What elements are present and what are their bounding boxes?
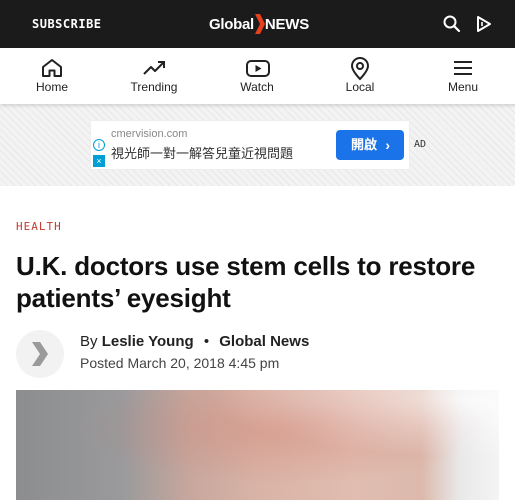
article-headline: U.K. doctors use stem cells to restore p… <box>16 251 476 313</box>
watch-icon <box>246 60 270 77</box>
nav-label-local: Local <box>345 80 375 94</box>
source-link[interactable]: Global News <box>219 333 309 350</box>
byline-separator: • <box>203 333 210 350</box>
nav-label-watch: Watch <box>240 80 274 94</box>
ad-banner[interactable]: i × cmervision.com 視光師一對一解答兒童近視問題 開啟 › <box>90 120 410 170</box>
global-chevron-icon <box>32 342 48 366</box>
nav-label-menu: Menu <box>447 80 479 94</box>
nav-item-local[interactable]: Local <box>320 48 400 104</box>
ad-info-icon[interactable]: i <box>93 139 105 151</box>
menu-icon <box>454 61 472 75</box>
logo-global-text: Global <box>209 15 254 33</box>
byline-prefix: By <box>80 333 98 350</box>
ad-text: 視光師一對一解答兒童近視問題 <box>111 146 294 161</box>
article-hero-image[interactable] <box>16 390 499 500</box>
nav-item-watch[interactable]: Watch <box>217 48 297 104</box>
ad-open-button[interactable]: 開啟 › <box>336 130 404 160</box>
global-news-logo[interactable]: Global NEWS <box>209 12 309 36</box>
author-avatar[interactable] <box>16 330 64 378</box>
nav-label-trending: Trending <box>130 80 178 94</box>
search-icon[interactable] <box>442 14 462 34</box>
play-icon[interactable] <box>474 14 494 34</box>
ad-close-icon[interactable]: × <box>93 155 105 167</box>
chevron-right-icon: › <box>385 137 390 153</box>
subscribe-link[interactable]: SUBSCRIBE <box>32 17 102 31</box>
nav-item-menu[interactable]: Menu <box>423 48 503 104</box>
hero-image-tone <box>16 390 499 500</box>
top-bar: SUBSCRIBE Global NEWS <box>0 0 515 48</box>
nav-item-trending[interactable]: Trending <box>114 48 194 104</box>
ad-domain: cmervision.com <box>111 128 188 140</box>
posted-date: Posted March 20, 2018 4:45 pm <box>80 355 280 371</box>
ad-label: AD <box>414 139 427 150</box>
nav-label-home: Home <box>35 80 68 94</box>
logo-news-text: NEWS <box>264 15 310 33</box>
author-link[interactable]: Leslie Young <box>102 333 194 350</box>
ad-open-button-label: 開啟 <box>351 137 378 152</box>
logo-chevron-icon <box>254 14 265 34</box>
trending-icon <box>143 61 165 75</box>
home-icon <box>42 59 62 77</box>
main-navigation: Home Trending Watch Local Menu <box>0 48 515 104</box>
nav-item-home[interactable]: Home <box>12 48 92 104</box>
location-pin-icon <box>350 57 370 81</box>
byline: By Leslie Young • Global News <box>80 333 309 350</box>
category-label[interactable]: HEALTH <box>16 220 62 233</box>
